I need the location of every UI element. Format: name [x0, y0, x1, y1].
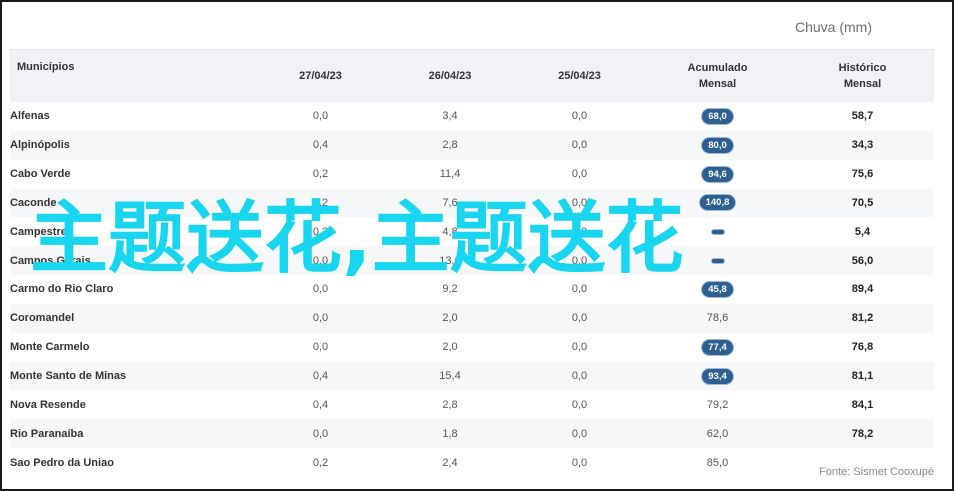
cell-26-04: 2,8: [442, 139, 458, 152]
table-caption: Chuva (mm): [794, 19, 872, 35]
cell-historico: 81,1: [851, 370, 874, 383]
cell-27-04: 0,4: [312, 370, 329, 383]
acumulado-badge: [710, 228, 725, 235]
cell-historico: 75,6: [851, 168, 874, 181]
acumulado-badge: 80,0: [701, 136, 734, 154]
cell-municipio: Monte Carmelo: [10, 341, 90, 354]
cell-municipio: Coromandel: [10, 312, 75, 325]
cell-municipio: Alpinópolis: [10, 139, 70, 152]
cell-25-04: 0,0: [571, 110, 588, 123]
cell-historico: 56,0: [851, 254, 874, 267]
cell-25-04: 0,0: [571, 398, 588, 411]
cell-historico: 81,2: [851, 312, 874, 325]
header-acumulado: Acumulado Mensal: [644, 50, 791, 102]
table-row: Sao Pedro da Uniao 0,2 2,4 0,0 85,0: [10, 448, 934, 477]
cell-municipio: Carmo do Rio Claro: [10, 283, 114, 296]
cell-municipio: Alfenas: [10, 110, 50, 123]
header-municipios: Municípios: [17, 61, 75, 73]
cell-26-04: 1,8: [442, 427, 458, 440]
cell-municipio: Nova Resende: [10, 398, 86, 411]
header-27-04: 27/04/23: [299, 70, 342, 82]
acumulado-badge: 68,0: [701, 107, 734, 125]
cell-26-04: 11,4: [439, 168, 461, 181]
table-row: Monte Santo de Minas 0,4 15,4 0,0 93,4 81,1: [10, 361, 934, 391]
cell-26-04: 2,0: [442, 341, 458, 354]
cell-acumulado: 94,6: [644, 165, 791, 183]
header-26-04: 26/04/23: [428, 70, 472, 82]
acumulado-badge: 94,6: [701, 165, 734, 183]
table-header: Municípios 27/04/23 26/04/23 25/04/23 Ac…: [10, 49, 934, 102]
cell-26-04: 2,0: [442, 312, 458, 325]
cell-26-04: 3,4: [442, 110, 458, 123]
cell-municipio: Rio Paranaíba: [10, 427, 84, 440]
table-row: Monte Carmelo 0,0 2,0 0,0 77,4 76,8: [10, 333, 934, 362]
cell-25-04: 0,0: [571, 283, 588, 296]
cell-acumulado: 80,0: [644, 136, 791, 154]
cell-acumulado: 68,0: [644, 107, 791, 125]
cell-26-04: 9,2: [442, 283, 458, 296]
acumulado-badge: 45,8: [701, 280, 734, 298]
cell-25-04: 0,0: [571, 168, 588, 181]
acumulado-badge: [710, 257, 725, 264]
cell-historico: 76,8: [851, 341, 874, 354]
cell-municipio: Sao Pedro da Uniao: [10, 456, 114, 469]
cell-27-04: 0,0: [312, 427, 329, 440]
cell-acumulado: 62,0: [706, 427, 729, 440]
table-row: Nova Resende 0,4 2,8 0,0 79,2 84,1: [10, 390, 934, 419]
watermark-text: 主题送花,主题送花: [30, 194, 684, 284]
cell-acumulado: 93,4: [644, 367, 791, 385]
cell-26-04: 2,8: [442, 398, 458, 411]
cell-historico: 89,4: [851, 283, 874, 296]
screenshot-frame: Chuva (mm) Municípios 27/04/23 26/04/23 …: [0, 0, 954, 491]
cell-historico: 34,3: [851, 139, 874, 152]
cell-25-04: 0,0: [571, 312, 588, 325]
cell-acumulado: 78,6: [706, 312, 729, 325]
table-row: Alpinópolis 0,4 2,8 0,0 80,0 34,3: [10, 130, 934, 160]
cell-26-04: 2,4: [442, 456, 458, 469]
cell-27-04: 0,4: [312, 139, 329, 152]
cell-25-04: 0,0: [571, 139, 588, 152]
table-row: Alfenas 0,0 3,4 0,0 68,0 58,7: [10, 102, 934, 131]
cell-municipio: Cabo Verde: [10, 168, 71, 181]
cell-historico: 70,5: [851, 196, 874, 209]
cell-25-04: 0,0: [571, 456, 588, 469]
cell-26-04: 15,4: [439, 370, 461, 383]
table-row: Coromandel 0,0 2,0 0,0 78,6 81,2: [10, 303, 934, 333]
cell-27-04: 0,4: [312, 398, 329, 411]
acumulado-badge: 77,4: [701, 338, 734, 356]
acumulado-badge: 140,8: [698, 194, 737, 212]
cell-acumulado: 85,0: [706, 456, 729, 469]
cell-acumulado: 79,2: [706, 398, 729, 411]
header-historico-label: Histórico Mensal: [838, 62, 887, 90]
header-acumulado-label: Acumulado Mensal: [687, 62, 748, 90]
cell-27-04: 0,2: [312, 168, 329, 181]
cell-municipio: Monte Santo de Minas: [10, 370, 127, 383]
cell-27-04: 0,0: [312, 341, 329, 354]
cell-25-04: 0,0: [571, 341, 588, 354]
cell-historico: 78,2: [851, 427, 874, 440]
cell-27-04: 0,0: [312, 312, 329, 325]
cell-historico: 84,1: [851, 398, 874, 411]
cell-25-04: 0,0: [571, 427, 588, 440]
header-25-04: 25/04/23: [558, 70, 601, 82]
source-note: Fonte: Sismet Cooxupé: [819, 466, 934, 478]
cell-acumulado: 77,4: [644, 338, 791, 356]
acumulado-badge: 93,4: [701, 367, 734, 385]
table-row: Cabo Verde 0,2 11,4 0,0 94,6 75,6: [10, 160, 934, 189]
table-row: Rio Paranaíba 0,0 1,8 0,0 62,0 78,2: [10, 419, 934, 449]
header-historico: Histórico Mensal: [791, 50, 934, 102]
cell-27-04: 0,2: [312, 456, 329, 469]
cell-historico: 58,7: [851, 110, 874, 123]
table-body: Alfenas 0,0 3,4 0,0 68,0 58,7 Alpinópolis 0,4 2,…: [10, 102, 934, 477]
cell-27-04: 0,0: [312, 110, 329, 123]
cell-historico: 5,4: [854, 225, 871, 238]
cell-27-04: 0,0: [312, 283, 329, 296]
cell-25-04: 0,0: [571, 370, 588, 383]
